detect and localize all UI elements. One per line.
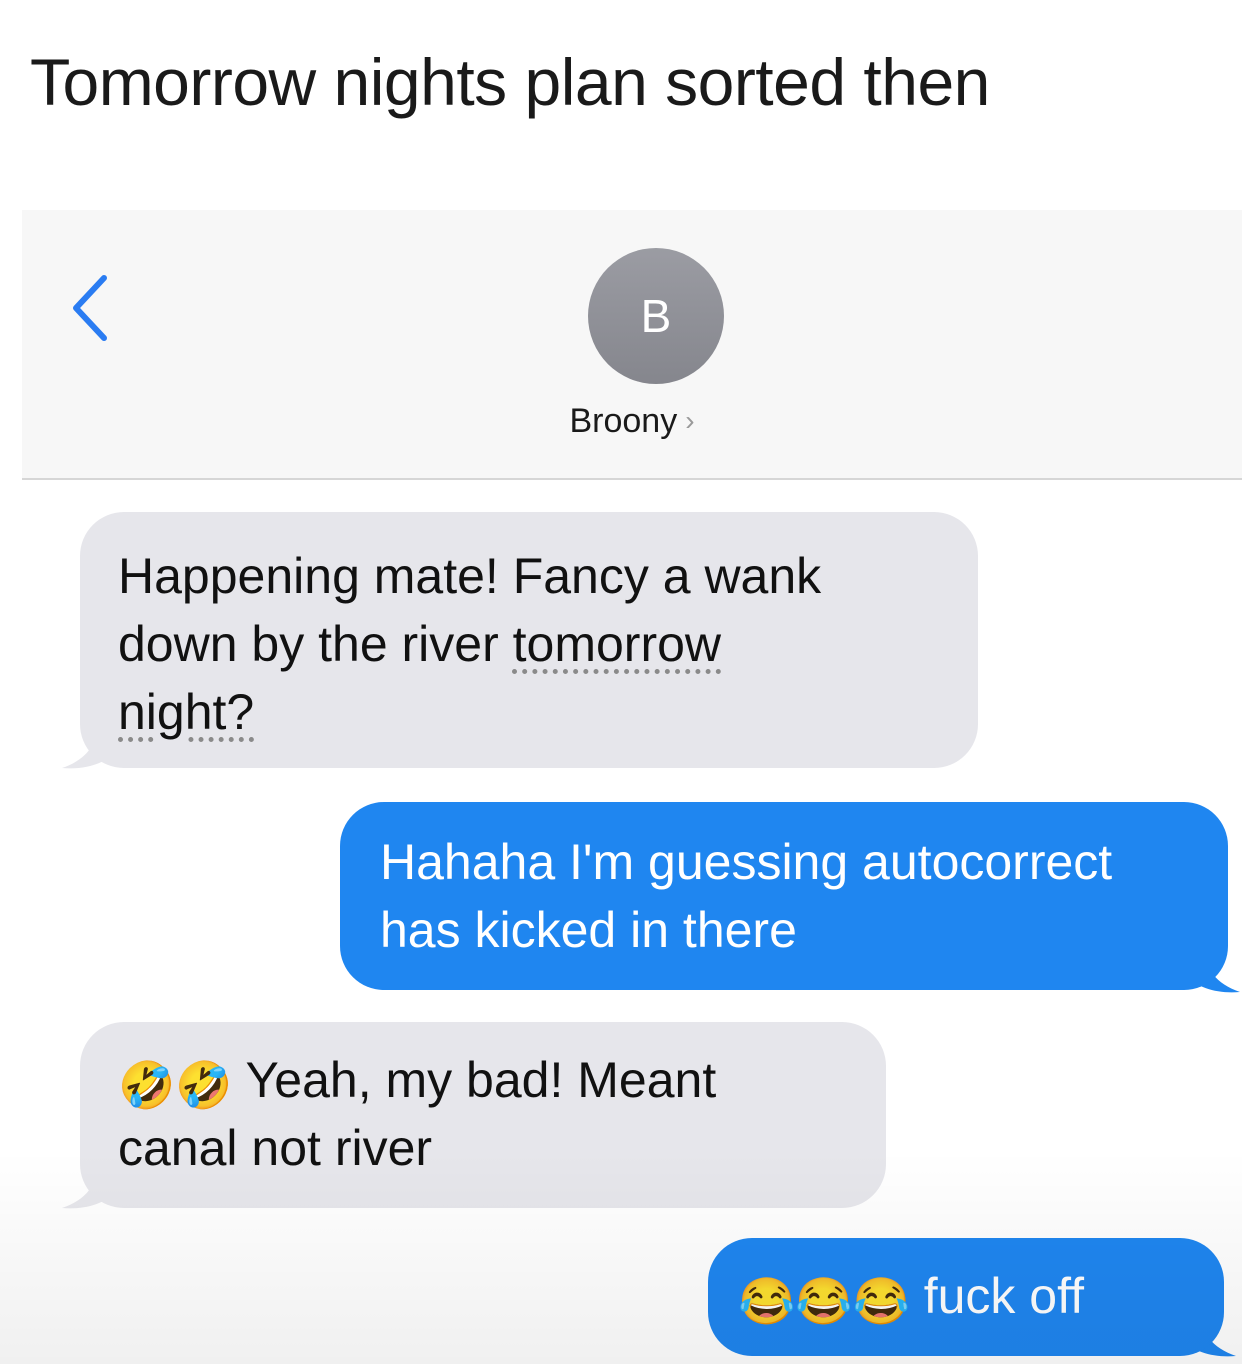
contact-name: Broony bbox=[569, 402, 678, 440]
message-text-underlined[interactable]: night? bbox=[118, 684, 254, 740]
message-bubble-sent[interactable]: Hahaha I'm guessing autocorrect has kick… bbox=[340, 802, 1228, 990]
message-text: Hahaha I'm guessing autocorrect has kick… bbox=[380, 834, 1113, 958]
chevron-left-icon[interactable] bbox=[62, 268, 122, 348]
contact-name-button[interactable]: Broony › bbox=[22, 402, 1242, 441]
conversation-header: B Broony › bbox=[22, 210, 1242, 480]
rolling-laughing-emoji-icon: 🤣🤣 bbox=[118, 1059, 233, 1111]
message-bubble-received[interactable]: 🤣🤣 Yeah, my bad! Meant canal not river bbox=[80, 1022, 886, 1208]
tears-of-joy-emoji-icon: 😂😂😂 bbox=[738, 1275, 910, 1327]
chevron-right-icon: › bbox=[685, 405, 695, 436]
avatar-initial: B bbox=[640, 290, 672, 342]
message-text: fuck off bbox=[909, 1268, 1084, 1324]
message-text-underlined[interactable]: tomorrow bbox=[513, 616, 721, 672]
meme-caption: Tomorrow nights plan sorted then bbox=[30, 45, 990, 119]
message-bubble-received[interactable]: Happening mate! Fancy a wank down by the… bbox=[80, 512, 978, 768]
contact-avatar[interactable]: B bbox=[588, 248, 724, 384]
message-bubble-sent[interactable]: 😂😂😂 fuck off bbox=[708, 1238, 1224, 1356]
